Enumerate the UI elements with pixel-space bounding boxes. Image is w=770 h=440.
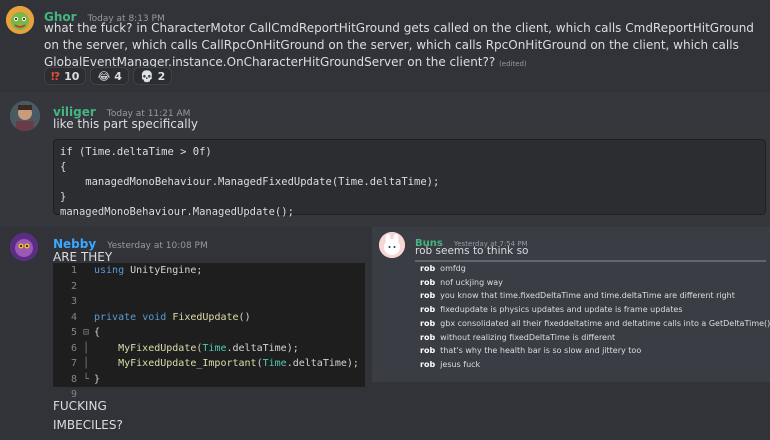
code-screenshot: 1 using UnityEngine; 2 3 4 private void Fi… (53, 263, 365, 400)
code-line: 2 (70, 280, 77, 292)
chat-line: rob omfdg (420, 264, 466, 273)
avatar[interactable] (10, 233, 38, 261)
code-line: 3 (70, 296, 77, 307)
message-buns: Buns Yesterday at 7:54 PM rob seems to t… (372, 227, 770, 382)
edited-label: (edited) (499, 60, 527, 68)
chat-line: rob nof uckjing way (420, 277, 503, 287)
message-text: FUCKING IMBECILES? (53, 399, 123, 432)
code-block: if (Time.deltaTime > 0f) { managedMonoBe… (53, 139, 766, 218)
reaction-skull[interactable]: 💀 2 (132, 67, 173, 85)
reaction-count: 10 (64, 69, 80, 83)
avatar[interactable] (10, 101, 40, 131)
message-text: like this part specifically (53, 117, 198, 131)
chat-line: rob gbx consolidated all their fixeddelta… (420, 318, 770, 328)
avatar[interactable] (379, 232, 405, 258)
reactions: ⁉ 10 😂 4 💀 2 (44, 67, 173, 85)
message-text: what the fuck? in CharacterMotor CallCmd… (44, 21, 754, 69)
skull-icon: 💀 (139, 69, 154, 83)
timestamp: Yesterday at 10:08 PM (107, 241, 208, 251)
chat-line: rob you know that time.fixedDeltaTime and… (420, 291, 735, 301)
chat-line: rob fixedupdate is physics updates and up… (420, 305, 683, 315)
chat-line: rob that's why the health bar is so slow … (420, 346, 642, 356)
chat-log: rob omfdg rob nof uckjing way rob you know … (420, 262, 770, 372)
background (372, 382, 770, 440)
avatar[interactable] (6, 6, 34, 34)
code-line: 5 ⊟{ (70, 327, 101, 338)
message-text: rob seems to think so (415, 245, 529, 257)
reaction-interrobang[interactable]: ⁉ 10 (44, 67, 87, 85)
message-nebby: Nebby Yesterday at 10:08 PM ARE THEY 1 us… (0, 227, 372, 440)
chat-line: rob jesus fuck (420, 359, 481, 369)
joy-icon: 😂 (97, 69, 111, 83)
interrobang-icon: ⁉ (51, 69, 61, 83)
reaction-count: 2 (157, 69, 166, 83)
code-line: 7 │ MyFixedUpdate_Important(Time.deltaTim… (70, 358, 359, 369)
reaction-count: 4 (114, 69, 122, 83)
code-line: 4 private void FixedUpdate() (70, 311, 251, 323)
message-viliger: viliger Today at 11:21 AM like this part… (0, 92, 770, 227)
chat-line: rob without realizing fixedDeltaTime is d… (420, 332, 616, 342)
code-line: 8 └} (70, 373, 101, 385)
code-line: 1 using UnityEngine; (70, 265, 203, 276)
code-line: 6 │ MyFixedUpdate(Time.deltaTime); (70, 342, 299, 354)
reaction-joy[interactable]: 😂 4 (90, 67, 129, 85)
message-ghor: Ghor Today at 8:13 PM what the fuck? in … (0, 0, 770, 92)
